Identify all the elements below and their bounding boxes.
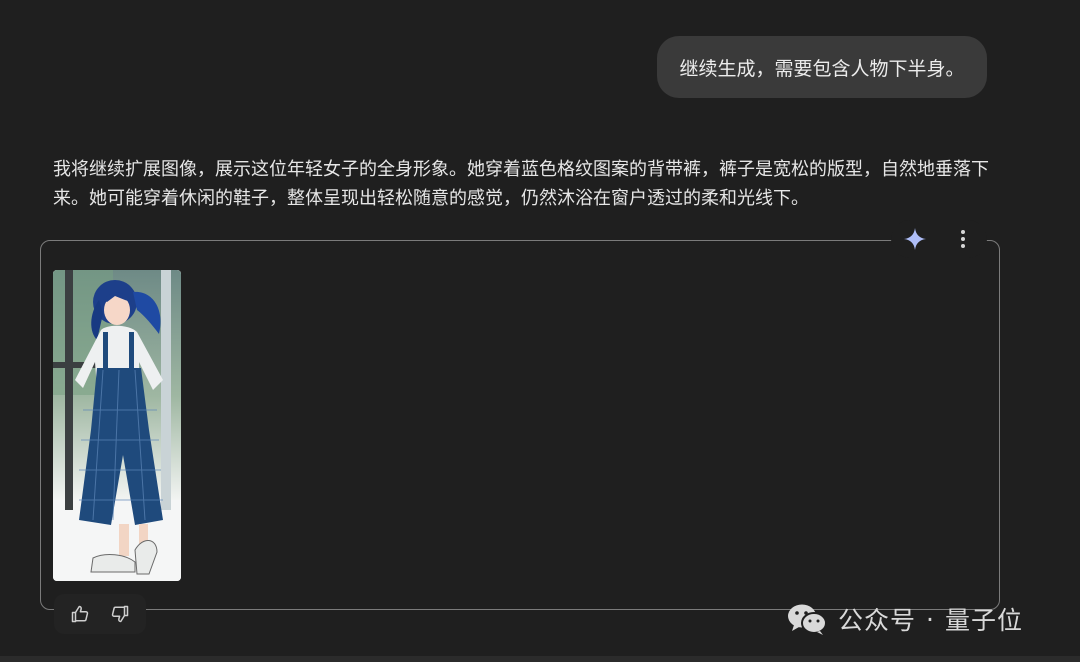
sparkle-icon [904, 228, 926, 250]
watermark-dot: · [926, 604, 935, 634]
more-options-button[interactable] [944, 220, 982, 258]
user-message-bubble: 继续生成，需要包含人物下半身。 [657, 36, 987, 98]
assistant-response-text: 我将继续扩展图像，展示这位年轻女子的全身形象。她穿着蓝色格纹图案的背带裤，裤子是… [53, 159, 989, 209]
thumbs-down-icon [112, 605, 129, 623]
image-toolbar [891, 220, 987, 258]
watermark-source: 公众号 [838, 606, 917, 635]
thumbs-down-button[interactable] [105, 599, 135, 629]
anime-girl-illustration [53, 270, 181, 581]
more-vert-icon [961, 230, 965, 248]
thumbs-up-button[interactable] [65, 599, 95, 629]
feedback-bar [54, 594, 146, 634]
generated-image-panel [40, 240, 1000, 610]
watermark: 公众号 · 量子位 [786, 600, 1023, 638]
thumbs-up-icon [71, 605, 88, 623]
watermark-brand: 量子位 [944, 606, 1023, 635]
generated-image-thumbnail[interactable] [53, 270, 181, 581]
bottom-divider [0, 656, 1080, 662]
user-message-text: 继续生成，需要包含人物下半身。 [679, 57, 965, 80]
sparkle-button[interactable] [896, 220, 934, 258]
wechat-icon [788, 604, 827, 635]
